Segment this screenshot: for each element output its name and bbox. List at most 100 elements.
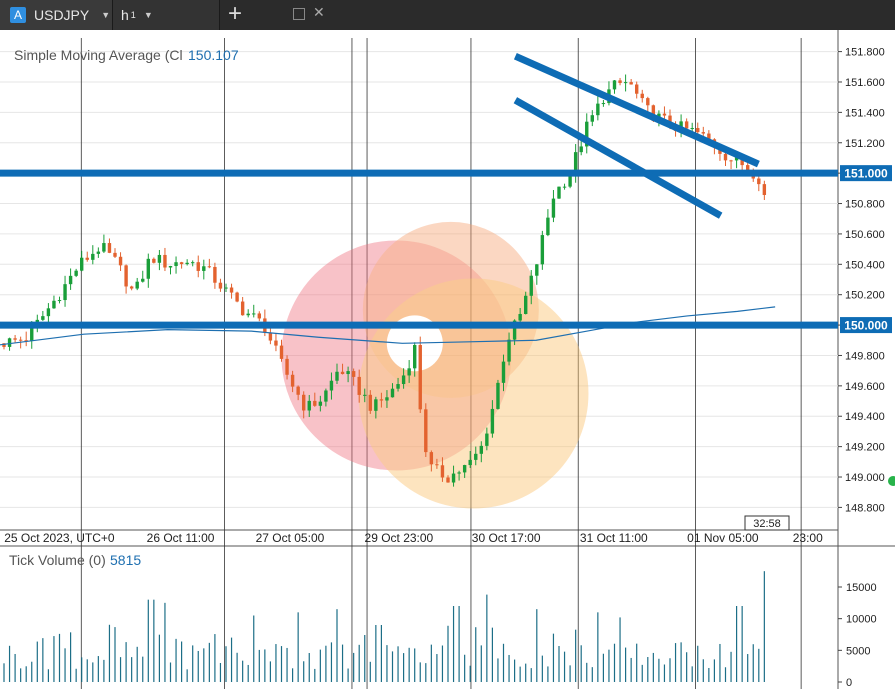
- candle-body: [435, 464, 439, 466]
- candle-body: [224, 287, 228, 289]
- price-tick-label: 149.400: [845, 411, 885, 423]
- time-axis-label: 31 Oct 11:00: [580, 531, 648, 545]
- volume-tick-label: 0: [846, 677, 852, 689]
- tab-symbol-label: USDJPY: [34, 7, 90, 23]
- candle-body: [46, 308, 51, 317]
- candle-body: [590, 115, 594, 122]
- candle-body: [446, 477, 450, 483]
- candle-body: [118, 256, 123, 266]
- candle-body: [396, 384, 400, 389]
- candle-body: [80, 257, 84, 271]
- candle-body: [596, 103, 600, 116]
- candle-body: [429, 452, 434, 465]
- candle-body: [74, 270, 78, 276]
- candle-body: [163, 254, 167, 268]
- price-badge-label: 151.000: [844, 167, 888, 181]
- candle-body: [413, 345, 417, 369]
- candle-body: [346, 371, 350, 375]
- chevron-down-icon[interactable]: ▼: [101, 10, 110, 20]
- candle-body: [535, 264, 539, 276]
- candle-body: [318, 401, 323, 406]
- candle-body: [457, 472, 461, 474]
- candle-body: [623, 82, 628, 84]
- candle-body: [757, 178, 761, 185]
- candle-body: [185, 262, 189, 265]
- candle: [557, 186, 561, 199]
- candle-body: [268, 332, 273, 341]
- volume-label: Tick Volume (0): [9, 552, 106, 568]
- candle-body: [91, 253, 95, 260]
- price-tick-label: 150.600: [845, 229, 885, 241]
- candle-body: [174, 262, 178, 267]
- candle-body: [418, 345, 422, 410]
- add-tab-button[interactable]: +: [228, 2, 242, 26]
- price-chart[interactable]: 151.800 151.600 151.400 151.200 151.000 150.8…: [0, 30, 895, 689]
- candle-body: [157, 254, 162, 263]
- time-axis-label: 29 Oct 23:00: [365, 531, 434, 545]
- price-tick-label: 150.400: [845, 259, 885, 271]
- candle-body: [218, 282, 223, 289]
- candle-body: [479, 445, 483, 454]
- candle-body: [468, 459, 472, 466]
- candle-body: [662, 113, 667, 116]
- candle-body: [213, 266, 217, 283]
- candle-body: [202, 266, 206, 271]
- candle-body: [285, 358, 289, 375]
- candle-body: [296, 386, 300, 395]
- candle-body: [63, 284, 67, 301]
- candle-body: [374, 399, 378, 411]
- close-icon[interactable]: ✕: [313, 4, 325, 21]
- candle-body: [385, 397, 389, 401]
- time-axis-label: 27 Oct 05:00: [256, 531, 325, 545]
- volume-tick-label: 15000: [846, 582, 877, 594]
- candle-body: [351, 371, 356, 377]
- price-badge-level-150: 150.000: [840, 317, 892, 334]
- candle-body: [629, 82, 633, 85]
- candle-body: [401, 375, 406, 385]
- time-axis-label: 26 Oct 11:00: [147, 531, 215, 545]
- indicator-value: 150.107: [188, 47, 239, 63]
- candle-body: [85, 257, 89, 260]
- candle-body: [612, 80, 617, 90]
- candle-body: [324, 390, 328, 402]
- time-axis-label: 30 Oct 17:00: [472, 531, 541, 545]
- candle-body: [246, 313, 250, 316]
- price-tick-label: 148.800: [845, 502, 885, 514]
- candle-body: [490, 408, 495, 434]
- candle-body: [207, 266, 212, 268]
- price-badge-label: 150.000: [844, 319, 888, 333]
- candle-body: [146, 258, 150, 279]
- candle-body: [52, 300, 56, 309]
- tab-timeframe[interactable]: h 1 ▼ ✕: [113, 0, 325, 30]
- candle-body: [557, 186, 561, 199]
- time-axis-label: 01 Nov 05:00: [687, 531, 759, 545]
- price-tick-label: 149.000: [845, 472, 885, 484]
- candle-body: [529, 275, 533, 296]
- candle-body: [307, 400, 311, 411]
- price-tick-label: 149.200: [845, 442, 885, 454]
- chevron-down-icon[interactable]: ▼: [144, 10, 153, 20]
- volume-axis-ticks: 15000 10000 5000 0: [838, 582, 877, 689]
- candle-body: [329, 380, 334, 391]
- volume-value: 5815: [110, 552, 141, 568]
- candle-body: [496, 382, 500, 409]
- candle-body: [551, 198, 556, 218]
- price-tick-label: 149.800: [845, 350, 885, 362]
- candle-body: [424, 409, 428, 453]
- candle-body: [135, 281, 139, 289]
- candle-body: [562, 186, 567, 188]
- candle-body: [684, 121, 689, 129]
- tab-symbol[interactable]: A USDJPY ▼: [0, 0, 113, 30]
- price-tick-label: 151.600: [845, 77, 885, 89]
- candle-body: [357, 376, 361, 395]
- candle-body: [701, 132, 705, 134]
- candle-body: [451, 473, 456, 483]
- candle-body: [485, 433, 489, 446]
- candle-body: [546, 217, 550, 236]
- candle-body: [729, 160, 733, 162]
- candle-body: [257, 313, 261, 319]
- price-tick-label: 151.400: [845, 107, 885, 119]
- candle-body: [579, 146, 583, 153]
- candle-body: [690, 128, 694, 130]
- popout-icon[interactable]: [293, 8, 305, 20]
